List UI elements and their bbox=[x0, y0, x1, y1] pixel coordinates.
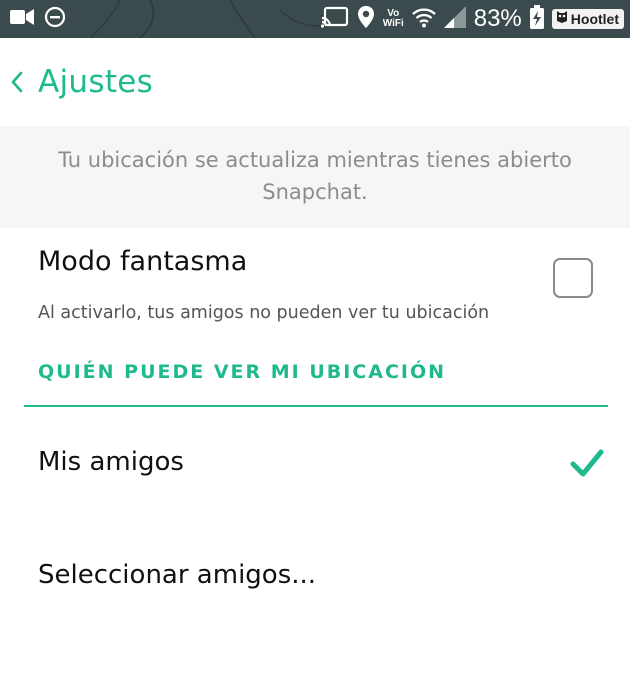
vowifi-bottom-text: WiFi bbox=[382, 18, 404, 29]
status-bar: Vo WiFi 83% Hootlet bbox=[0, 0, 630, 38]
hootlet-owl-icon bbox=[556, 9, 568, 29]
battery-percent: 83% bbox=[473, 5, 522, 32]
location-info-text: Tu ubicación se actualiza mientras tiene… bbox=[58, 148, 572, 204]
signal-icon bbox=[443, 6, 466, 32]
cast-icon bbox=[320, 6, 349, 32]
checkmark-icon bbox=[568, 444, 606, 482]
option-select-friends[interactable]: Seleccionar amigos... bbox=[0, 528, 630, 628]
option-label: Mis amigos bbox=[38, 447, 184, 477]
hootlet-badge: Hootlet bbox=[551, 9, 624, 29]
ghost-mode-row[interactable]: Modo fantasma Al activarlo, tus amigos n… bbox=[0, 228, 630, 338]
section-divider bbox=[24, 405, 608, 407]
wifi-icon bbox=[411, 6, 436, 32]
option-my-friends[interactable]: Mis amigos bbox=[0, 414, 630, 514]
chevron-left-icon bbox=[6, 68, 28, 96]
ghost-mode-checkbox[interactable] bbox=[553, 258, 593, 298]
vowifi-indicator: Vo WiFi bbox=[383, 9, 404, 29]
location-info-banner: Tu ubicación se actualiza mientras tiene… bbox=[0, 126, 630, 228]
hootlet-label: Hootlet bbox=[570, 11, 619, 27]
do-not-disturb-icon bbox=[44, 6, 66, 32]
back-button[interactable]: Ajustes bbox=[6, 62, 153, 102]
page-title: Ajustes bbox=[38, 64, 154, 100]
location-pin-icon bbox=[357, 5, 375, 33]
ghost-mode-title: Modo fantasma bbox=[38, 246, 248, 277]
option-label: Seleccionar amigos... bbox=[38, 560, 317, 590]
video-camera-icon bbox=[10, 9, 34, 29]
who-can-see-section-title: QUIÉN PUEDE VER MI UBICACIÓN bbox=[38, 361, 447, 383]
battery-charging-icon bbox=[529, 5, 544, 33]
ghost-mode-description: Al activarlo, tus amigos no pueden ver t… bbox=[38, 303, 490, 323]
app-header: Ajustes bbox=[0, 38, 630, 126]
